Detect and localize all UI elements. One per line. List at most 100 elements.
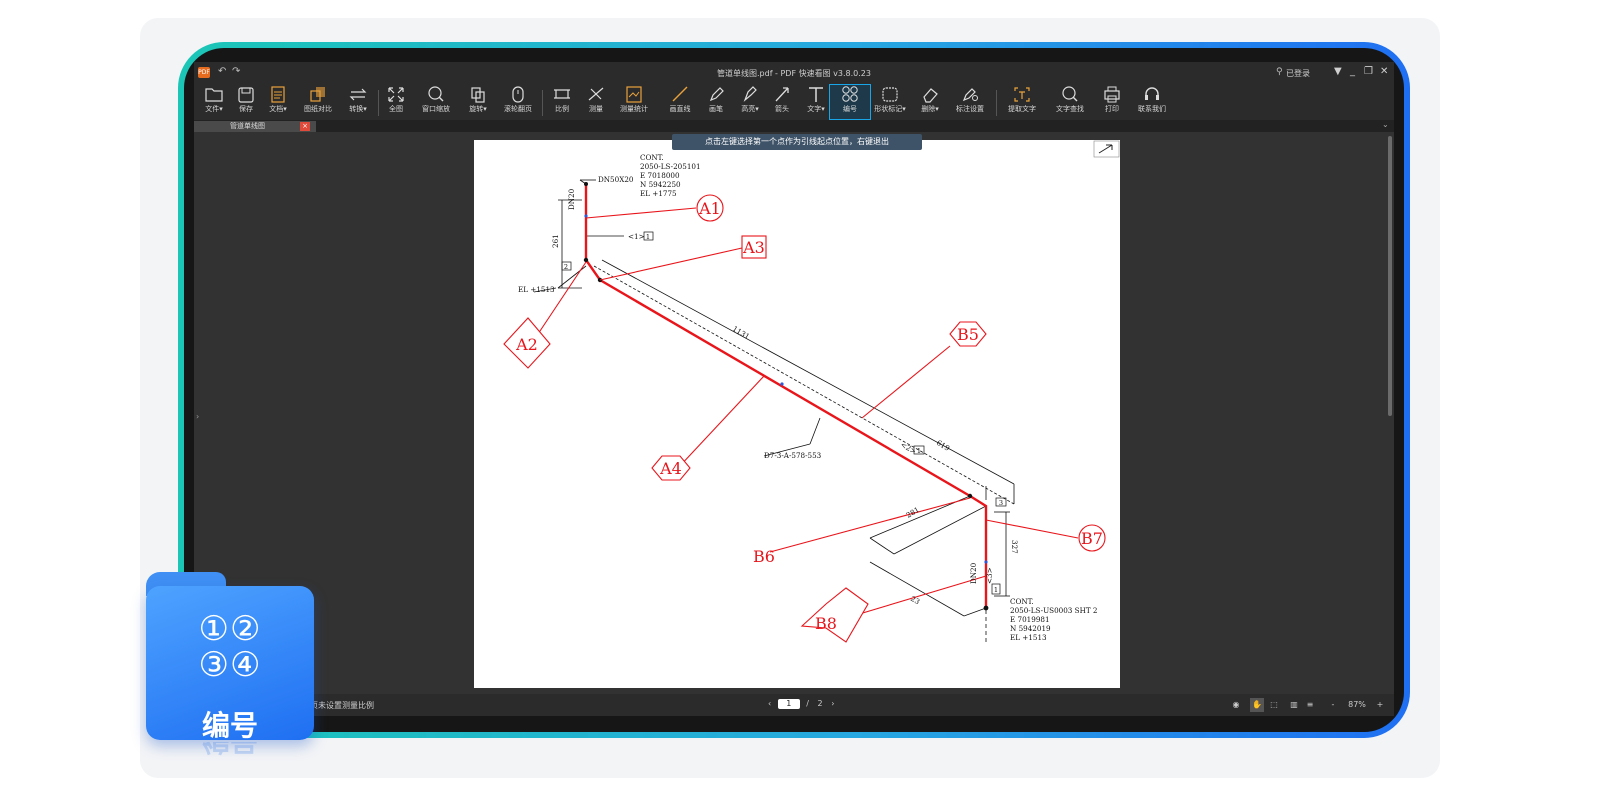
- tool-print-label: 打印: [1105, 105, 1119, 113]
- weld-3-label: <3>: [985, 567, 994, 584]
- next-page-icon[interactable]: ›: [831, 699, 834, 708]
- label-b8[interactable]: B8: [815, 614, 837, 633]
- el-label: EL +1513: [518, 285, 555, 294]
- close-icon[interactable]: ✕: [1380, 66, 1388, 77]
- tab-close-icon[interactable]: ×: [300, 122, 310, 131]
- dn-label: DN50X20: [598, 175, 634, 184]
- page-navigator: ‹ 1 / 2 ›: [768, 699, 834, 711]
- single-page-view-icon[interactable]: ≡: [1304, 698, 1316, 712]
- bottom-block-line: 2050-LS-US0003 SHT 2: [1010, 606, 1098, 615]
- tool-annotation-settings[interactable]: 标注设置: [950, 85, 990, 119]
- measure-icon: [588, 87, 604, 101]
- weld-2-box-label: 1: [917, 447, 921, 455]
- user-icon[interactable]: ⚲: [1276, 67, 1283, 77]
- dim-1131: 1131: [731, 324, 751, 341]
- weld-2-label: <2>: [899, 440, 918, 456]
- weld-1-label: <1>: [628, 232, 645, 241]
- select-icon[interactable]: ⬚: [1268, 698, 1280, 712]
- pdf-page[interactable]: A1 A3 A2 A4 B5 B6 B7 B8 CONT. 2050-LS-20…: [474, 140, 1120, 688]
- tool-contact-label: 联系我们: [1138, 105, 1166, 113]
- top-block-line: EL +1775: [640, 189, 677, 198]
- print-icon: [1104, 86, 1120, 103]
- minimize-icon[interactable]: _: [1350, 66, 1355, 77]
- page-total: 2: [817, 699, 823, 708]
- bottom-block-line: E 7019981: [1010, 615, 1050, 624]
- document-workspace: › A1 A3 A2 A4 B5 B6 B7 B8 CONT. 2050-LS-…: [194, 132, 1394, 694]
- label-b6[interactable]: B6: [753, 547, 775, 566]
- tool-mouse-wheel-label: 滚轮翻页: [504, 105, 532, 113]
- bottom-block-line: CONT.: [1010, 597, 1034, 606]
- box-2-label: 2: [564, 263, 568, 271]
- zoom-level[interactable]: 87%: [1344, 698, 1370, 712]
- annotation-settings-icon: [962, 88, 978, 102]
- badge-numbers-bottom: ③④: [198, 645, 262, 685]
- tool-line[interactable]: 画直线: [660, 85, 700, 119]
- measure-stats-icon: [626, 86, 642, 103]
- login-status[interactable]: 已登录: [1286, 68, 1310, 79]
- tool-measure-stats[interactable]: 测量统计: [614, 85, 654, 119]
- label-a4[interactable]: A4: [659, 459, 682, 478]
- dim-327: 327: [1010, 540, 1019, 554]
- restore-icon[interactable]: ❐: [1364, 66, 1373, 77]
- tab-overflow-icon[interactable]: ⌄: [1382, 120, 1389, 129]
- tool-text-search[interactable]: 文字查找: [1050, 85, 1090, 119]
- label-b5[interactable]: B5: [957, 325, 979, 344]
- eye-icon[interactable]: ◉: [1230, 698, 1242, 712]
- tool-extract-text[interactable]: 提取文字: [1002, 85, 1042, 119]
- page-input[interactable]: 1: [777, 699, 800, 709]
- tool-fit-all-label: 全图: [389, 105, 403, 113]
- tool-zoom-window[interactable]: 窗口缩放: [416, 85, 456, 119]
- search-icon: [1062, 86, 1078, 102]
- vertical-scrollbar[interactable]: [1388, 136, 1392, 416]
- extract-text-icon: [1014, 87, 1030, 102]
- two-page-view-icon[interactable]: ▥: [1288, 698, 1300, 712]
- label-b7[interactable]: B7: [1081, 529, 1103, 548]
- mouse-wheel-icon: [512, 86, 524, 103]
- tool-zoom-window-label: 窗口缩放: [422, 105, 450, 113]
- tool-contact[interactable]: 联系我们: [1132, 85, 1172, 119]
- convert-icon: [349, 88, 367, 101]
- document-tab[interactable]: 管道单线图 ×: [194, 121, 316, 132]
- top-block-line: E 7018000: [640, 171, 680, 180]
- tool-fit-all[interactable]: 全图: [376, 85, 416, 119]
- label-a1[interactable]: A1: [698, 199, 721, 218]
- weld-1-box-label: 1: [646, 233, 650, 241]
- label-a2[interactable]: A2: [515, 335, 538, 354]
- dim-261: 261: [551, 234, 560, 248]
- scale-status[interactable]: 页未设置测量比例: [310, 700, 374, 711]
- sidebar-expand-icon[interactable]: ›: [196, 412, 199, 421]
- tool-text-search-label: 文字查找: [1056, 105, 1084, 113]
- prev-page-icon[interactable]: ‹: [768, 699, 771, 708]
- tool-rotate[interactable]: 旋转▾: [458, 85, 498, 119]
- tool-convert-label: 转换▾: [349, 105, 367, 113]
- badge-reflection: 编号: [146, 742, 314, 800]
- tool-document[interactable]: 文档▾: [258, 85, 298, 119]
- tool-compare[interactable]: 图纸对比: [298, 85, 338, 119]
- tool-numbering[interactable]: 编号: [829, 84, 871, 120]
- tool-document-label: 文档▾: [269, 105, 287, 113]
- line-icon: [672, 86, 688, 102]
- bottom-block-line: N 5942019: [1010, 624, 1051, 633]
- main-toolbar: 文件▾ 保存 文档▾ 图纸对比 转换▾ 全图 窗口缩放 旋转▾ 滚轮翻页 比例 …: [194, 82, 1394, 120]
- shape-mark-icon: [882, 87, 898, 102]
- tool-shape-mark[interactable]: 形状标记▾: [870, 85, 910, 119]
- tool-numbering-label: 编号: [843, 105, 857, 113]
- badge-body: ①② ③④ 编号: [146, 586, 314, 742]
- bottom-block-line: EL +1513: [1010, 633, 1047, 642]
- box-3-label: 3: [999, 499, 1003, 507]
- tool-measure[interactable]: 测量: [576, 85, 616, 119]
- tool-convert[interactable]: 转换▾: [338, 85, 378, 119]
- eraser-icon: [923, 88, 938, 103]
- tool-delete-label: 删除▾: [921, 105, 939, 113]
- dn20-top: DN20: [567, 188, 576, 210]
- zoom-in-button[interactable]: +: [1374, 698, 1386, 712]
- tool-print[interactable]: 打印: [1092, 85, 1132, 119]
- label-a3[interactable]: A3: [742, 238, 765, 257]
- tool-delete[interactable]: 删除▾: [910, 85, 950, 119]
- top-block-line: 2050-LS-205101: [640, 162, 701, 171]
- tool-mouse-wheel[interactable]: 滚轮翻页: [498, 85, 538, 119]
- hand-icon[interactable]: ✋: [1250, 698, 1264, 712]
- zoom-out-button[interactable]: -: [1328, 698, 1338, 712]
- line-id-label: D7-3-A-578-553: [764, 451, 822, 460]
- menu-dropdown-icon[interactable]: ▼: [1334, 66, 1342, 77]
